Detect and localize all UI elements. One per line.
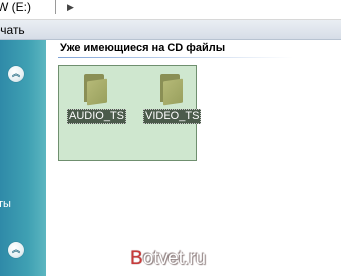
file-list-pane: Уже имеющиеся на CD файлы AUDIO_TS VIDEO… bbox=[46, 40, 341, 276]
folder-label: VIDEO_TS bbox=[143, 109, 202, 124]
task-pane-caption: ты bbox=[0, 198, 11, 210]
toolbar: ечать bbox=[0, 20, 341, 40]
selection-box: AUDIO_TS VIDEO_TS bbox=[58, 65, 202, 161]
group-title: Уже имеющиеся на CD файлы bbox=[60, 42, 226, 54]
watermark-first-letter: B bbox=[130, 248, 143, 269]
folder-item-video-ts[interactable]: VIDEO_TS bbox=[143, 72, 202, 124]
address-divider bbox=[55, 0, 56, 14]
chevron-up-icon: ︽ bbox=[12, 69, 20, 78]
address-bar[interactable]: W (E:) ▶ bbox=[0, 0, 341, 20]
folder-label: AUDIO_TS bbox=[67, 109, 127, 124]
task-pane: ︽ ты ︽ bbox=[0, 40, 46, 276]
chevron-right-icon[interactable]: ▶ bbox=[67, 1, 74, 13]
folder-item-audio-ts[interactable]: AUDIO_TS bbox=[67, 72, 127, 124]
group-divider bbox=[58, 57, 293, 58]
collapse-button[interactable]: ︽ bbox=[8, 242, 24, 258]
address-path[interactable]: W (E:) bbox=[0, 0, 31, 14]
watermark: Botvet.ru bbox=[130, 248, 206, 270]
print-button[interactable]: ечать bbox=[0, 23, 25, 37]
watermark-rest: otvet.ru bbox=[142, 248, 207, 269]
chevron-up-icon: ︽ bbox=[12, 245, 20, 254]
folder-icon bbox=[79, 72, 111, 106]
collapse-button[interactable]: ︽ bbox=[8, 66, 24, 82]
folder-icon bbox=[155, 72, 187, 106]
